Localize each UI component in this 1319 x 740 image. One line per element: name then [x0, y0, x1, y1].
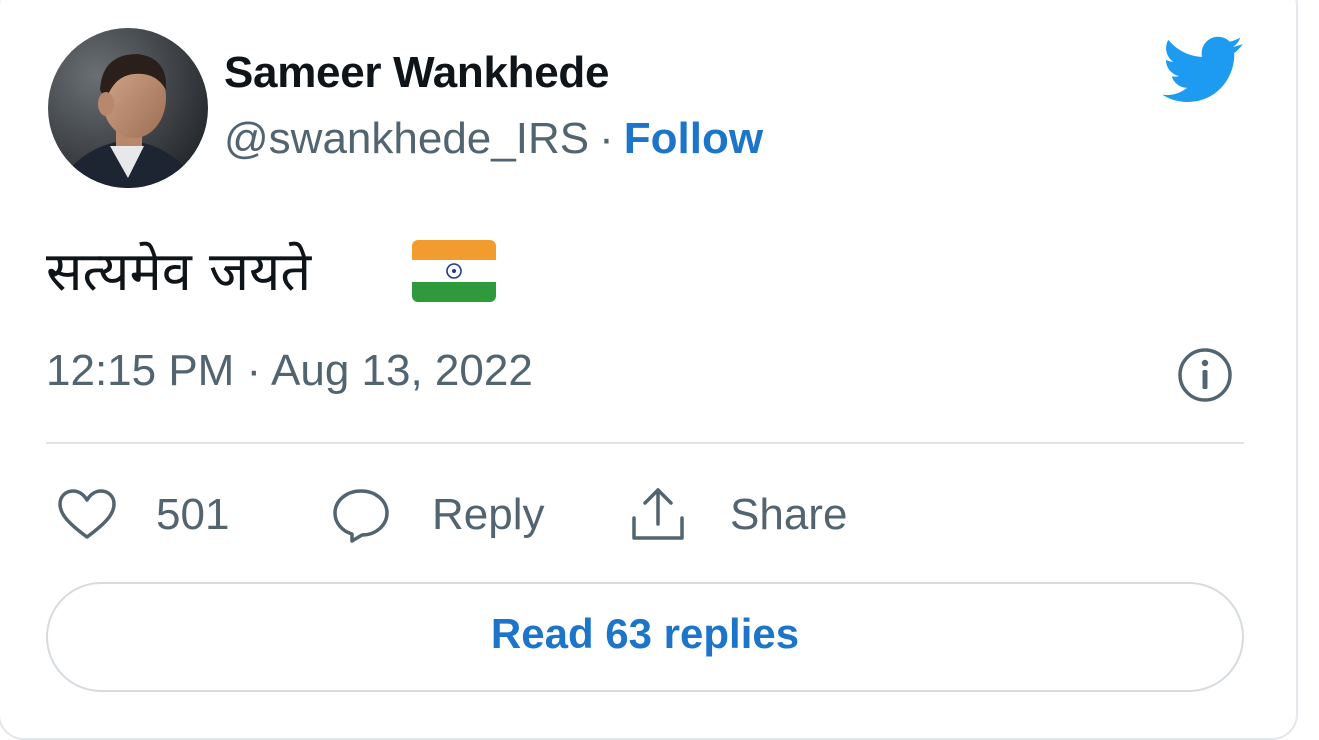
heart-icon [58, 489, 116, 539]
author-handle-row: @swankhede_IRS · Follow [224, 114, 763, 164]
author-display-name[interactable]: Sameer Wankhede [224, 48, 609, 98]
reply-button[interactable]: Reply [330, 480, 545, 550]
info-icon[interactable] [1176, 346, 1234, 404]
speech-bubble-icon [333, 489, 389, 543]
separator-dot: · [599, 114, 614, 163]
india-flag-icon [412, 240, 496, 302]
like-count: 501 [156, 490, 230, 539]
share-icon [632, 488, 684, 540]
follow-button[interactable]: Follow [624, 114, 763, 163]
share-label: Share [730, 490, 848, 539]
read-replies-button[interactable]: Read 63 replies [46, 582, 1244, 692]
tweet-timestamp[interactable]: 12:15 PM · Aug 13, 2022 [46, 346, 533, 396]
avatar[interactable] [48, 28, 208, 188]
like-button[interactable]: 501 [56, 480, 229, 550]
reply-label: Reply [432, 490, 545, 539]
share-button[interactable]: Share [628, 480, 847, 550]
read-replies-label: Read 63 replies [490, 610, 800, 657]
tweet-text: सत्यमेव जयते [46, 240, 312, 303]
author-handle[interactable]: @swankhede_IRS [224, 114, 589, 163]
twitter-bird-icon[interactable] [1162, 36, 1244, 104]
divider [46, 442, 1244, 444]
